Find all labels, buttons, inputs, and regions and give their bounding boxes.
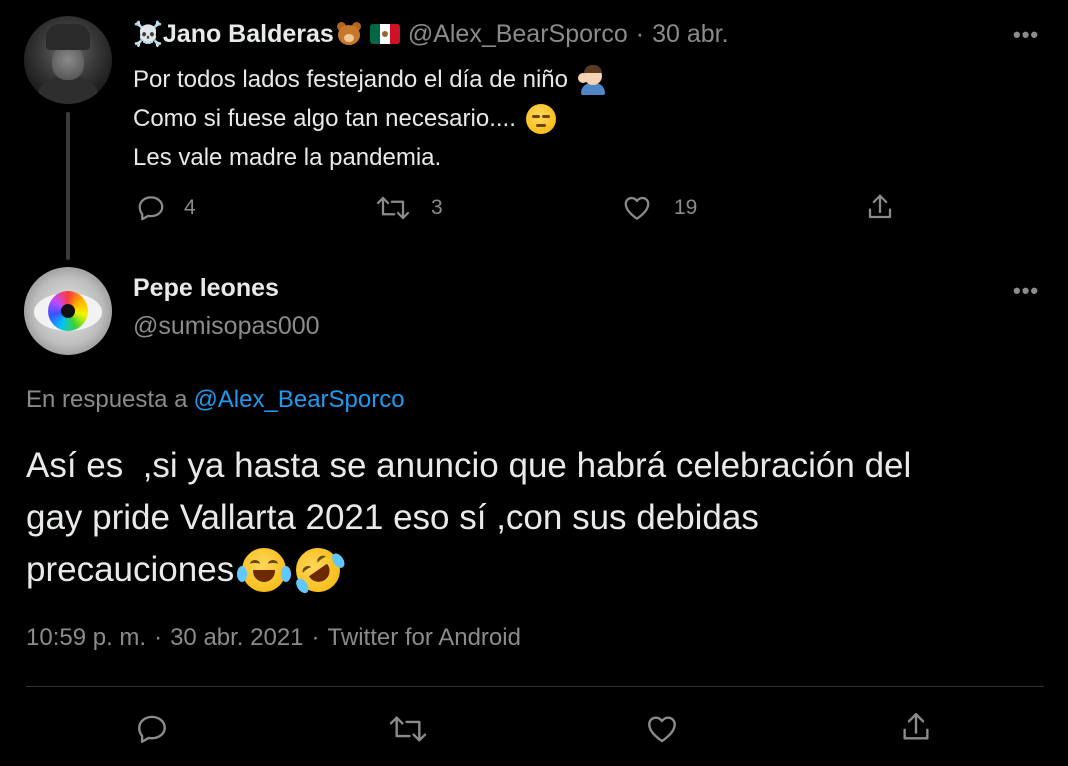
share-button[interactable] [899,710,933,744]
reply-icon [138,715,166,743]
reply-line-1-text: Así es ,si ya hasta se anuncio que habrá… [26,446,912,485]
parent-display-name[interactable]: Jano Balderas [163,20,334,49]
avatar-pupil [61,304,75,318]
reply-tweet-text: Así es ,si ya hasta se anuncio que habrá… [26,440,1036,601]
reply-icon [138,196,164,221]
parent-retweet-button[interactable]: 3 [375,193,443,223]
parent-line-3-text: Les vale madre la pandemia. [133,144,442,171]
share-icon [868,194,892,219]
share-icon [903,713,929,740]
like-button[interactable] [645,712,679,746]
parent-like-button[interactable]: 19 [622,193,697,223]
parent-handle[interactable]: @Alex_BearSporco [408,20,628,49]
avatar-hat-shape [46,24,90,50]
avatar-body-shape [34,76,102,104]
reply-button[interactable] [135,712,169,746]
parent-date[interactable]: 30 abr. [652,20,728,49]
retweet-icon [389,716,427,742]
facepalm-icon [577,64,606,95]
thread-connector-line [66,112,70,260]
meta-separator: · [154,624,163,651]
parent-line-2-text: Como si fuese algo tan necesario.... [133,105,516,132]
parent-tweet-header: ☠️ Jano Balderas @Alex_BearSporco · 30 a… [133,18,729,50]
parent-line-2: Como si fuese algo tan necesario.... [133,99,606,138]
reply-count: 4 [184,196,196,219]
reply-line-2-text: gay pride Vallarta 2021 eso sí ,con sus … [26,498,759,537]
bear-icon [336,22,362,46]
avatar-jano[interactable] [24,16,112,104]
avatar-face-shape [52,46,84,80]
parent-reply-button[interactable]: 4 [136,193,196,223]
parent-line-1-text: Por todos lados festejando el día de niñ… [133,66,568,93]
reply-display-name[interactable]: Pepe leones [133,274,279,303]
action-divider [26,686,1044,687]
more-icon[interactable]: ••• [1013,22,1039,48]
tweet-source[interactable]: Twitter for Android [328,624,521,651]
meta-separator: · [311,624,320,651]
heart-icon [624,196,650,220]
unamused-face-icon [525,103,556,134]
more-icon[interactable]: ••• [1013,278,1039,304]
parent-share-button[interactable] [865,192,895,222]
avatar-pepe[interactable] [24,267,112,355]
replying-to-line: En respuesta a @Alex_BearSporco [26,386,405,414]
tweet-metadata: 10:59 p. m. · 30 abr. 2021 · Twitter for And… [26,624,521,652]
reply-line-3-text: precauciones [26,550,235,589]
parent-line-3: Les vale madre la pandemia. [133,138,606,177]
tears-of-joy-icon [237,548,292,592]
heart-icon [648,716,676,743]
reply-line-1: Así es ,si ya hasta se anuncio que habrá… [26,440,1036,492]
tweet-time[interactable]: 10:59 p. m. [26,624,146,651]
retweet-icon [376,196,410,220]
replying-to-label: En respuesta a [26,386,188,413]
retweet-count: 3 [431,196,443,219]
parent-tweet-text: Por todos lados festejando el día de niñ… [133,60,606,177]
tweet-date[interactable]: 30 abr. 2021 [170,624,303,651]
parent-line-1: Por todos lados festejando el día de niñ… [133,60,606,99]
header-separator: · [635,19,645,48]
retweet-button[interactable] [387,712,429,746]
replying-to-handle-link[interactable]: @Alex_BearSporco [193,386,404,413]
reply-handle[interactable]: @sumisopas000 [133,312,320,341]
like-count: 19 [674,196,698,219]
skull-crossbones-icon: ☠️ [133,20,163,48]
reply-line-3: precauciones [26,539,1036,601]
mexico-flag-icon [369,24,400,44]
rolling-on-floor-laughing-icon [287,539,349,601]
reply-line-2: gay pride Vallarta 2021 eso sí ,con sus … [26,492,1036,544]
